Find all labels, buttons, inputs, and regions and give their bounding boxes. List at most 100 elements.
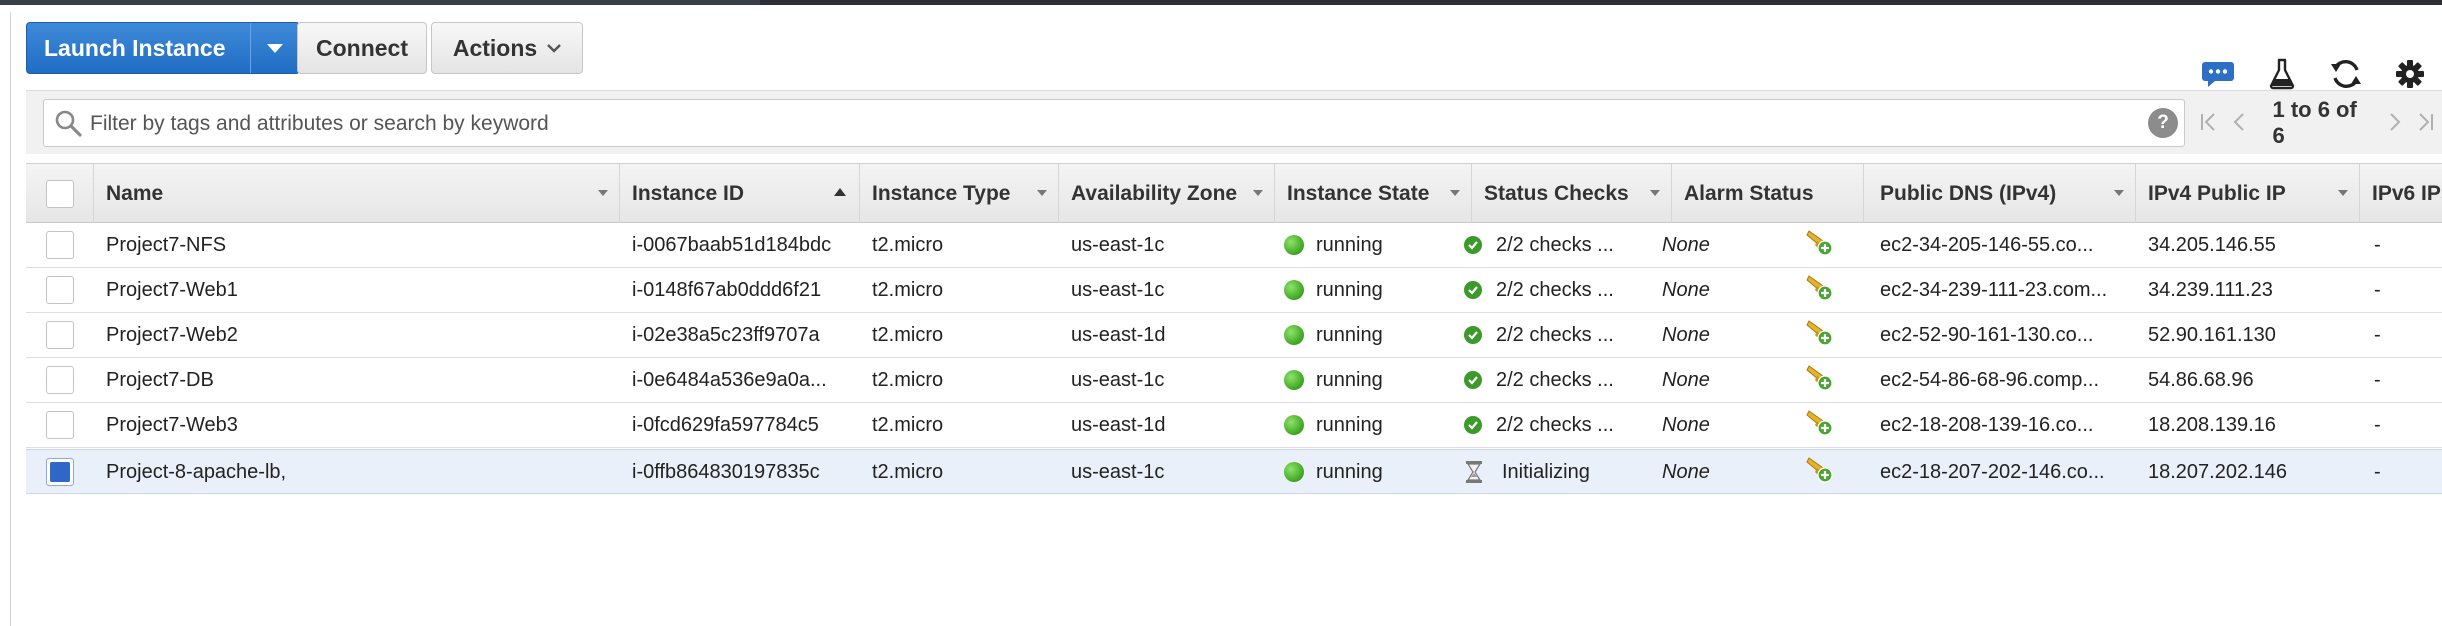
column-header-ipv6-ips[interactable]: IPv6 IPs [2360,164,2442,224]
cell-availability-zone: us-east-1c [1071,223,1266,267]
create-alarm-bell-icon[interactable] [1803,317,1833,353]
table-row[interactable]: Project7-Web2 i-02e38a5c23ff9707a t2.mic… [26,313,2442,358]
running-status-dot-icon [1284,370,1304,390]
column-header-instance-state[interactable]: Instance State [1275,164,1472,224]
running-status-dot-icon [1284,325,1304,345]
cell-instance-state: running [1284,403,1469,447]
instance-state: running [1316,323,1383,346]
settings-gear-icon[interactable] [2378,59,2442,89]
column-header-instance-id[interactable]: Instance ID [620,164,860,224]
sort-caret-icon [1037,190,1047,196]
column-header-label: Instance Type [872,182,1011,205]
actions-button[interactable]: Actions [431,22,583,74]
first-page-icon[interactable] [2192,108,2223,139]
ipv6-ips: - [2374,233,2381,256]
row-select-cell [26,268,94,312]
cell-ipv4-public-ip: 18.207.202.146 [2148,450,2353,494]
cell-alarm-action[interactable] [1798,313,1838,357]
table-row[interactable]: Project7-DB i-0e6484a536e9a0a... t2.micr… [26,358,2442,403]
row-checkbox[interactable] [46,321,74,349]
row-select-cell [26,313,94,357]
cell-alarm-action[interactable] [1798,268,1838,312]
cell-status-checks[interactable]: 2/2 checks ... [1464,268,1669,312]
cell-status-checks[interactable]: Initializing [1464,450,1669,494]
create-alarm-bell-icon[interactable] [1803,272,1833,308]
cell-ipv6-ips: - [2374,358,2434,402]
feedback-chat-icon[interactable] [2186,59,2250,89]
row-select-cell [26,223,94,267]
cell-alarm-action[interactable] [1798,358,1838,402]
cell-alarm-action[interactable] [1798,450,1838,494]
help-icon[interactable]: ? [2148,108,2178,138]
cell-ipv6-ips: - [2374,223,2434,267]
flask-icon[interactable] [2250,58,2314,90]
instance-state: running [1316,460,1383,483]
running-status-dot-icon [1284,462,1304,482]
cell-name[interactable]: Project7-Web2 [106,313,606,357]
check-icon [1464,281,1482,299]
launch-dropdown-caret-icon[interactable] [251,43,299,54]
column-header-status-checks[interactable]: Status Checks [1472,164,1672,224]
browser-tab-bar [0,0,760,5]
create-alarm-bell-icon[interactable] [1803,362,1833,398]
public-dns: ec2-52-90-161-130.co... [1880,323,2094,346]
launch-instance-button[interactable]: Launch Instance [26,22,300,74]
cell-alarm-action[interactable] [1798,403,1838,447]
cell-instance-state: running [1284,358,1469,402]
cell-status-checks[interactable]: 2/2 checks ... [1464,223,1669,267]
check-icon [1464,371,1482,389]
header-select-all [26,164,94,224]
previous-page-icon[interactable] [2223,108,2254,139]
cell-instance-id: i-02e38a5c23ff9707a [632,313,852,357]
table-row[interactable]: Project7-Web1 i-0148f67ab0ddd6f21 t2.mic… [26,268,2442,313]
table-row[interactable]: Project7-NFS i-0067baab51d184bdc t2.micr… [26,223,2442,268]
search-input[interactable]: Filter by tags and attributes or search … [43,99,2185,147]
cell-status-checks[interactable]: 2/2 checks ... [1464,403,1669,447]
cell-name[interactable]: Project-8-apache-lb, [106,450,606,494]
instance-name: Project7-NFS [106,233,227,256]
create-alarm-bell-icon[interactable] [1803,227,1833,263]
table-row[interactable]: Project7-Web3 i-0fcd629fa597784c5 t2.mic… [26,403,2442,448]
last-page-icon[interactable] [2411,108,2442,139]
column-header-public-dns[interactable]: Public DNS (IPv4) [1864,164,2136,224]
select-all-checkbox[interactable] [46,180,74,208]
cell-alarm-action[interactable] [1798,223,1838,267]
column-header-instance-type[interactable]: Instance Type [860,164,1059,224]
row-checkbox[interactable] [46,458,74,486]
sort-caret-icon [598,190,608,196]
cell-status-checks[interactable]: 2/2 checks ... [1464,313,1669,357]
row-checkbox[interactable] [46,231,74,259]
column-header-alarm-status[interactable]: Alarm Status [1672,164,1864,224]
instance-name: Project7-Web1 [106,278,238,301]
cell-instance-id: i-0ffb864830197835c [632,450,852,494]
refresh-icon[interactable] [2314,58,2378,90]
row-checkbox[interactable] [46,276,74,304]
row-checkbox[interactable] [46,411,74,439]
row-select-cell [26,403,94,447]
status-checks-text: 2/2 checks ... [1496,413,1614,436]
create-alarm-bell-icon[interactable] [1803,407,1833,443]
instance-state: running [1316,413,1383,436]
cell-name[interactable]: Project7-Web1 [106,268,606,312]
status-checks-text: 2/2 checks ... [1496,233,1614,256]
column-header-ipv4-public-ip[interactable]: IPv4 Public IP [2136,164,2360,224]
alarm-status: None [1662,323,1710,346]
column-header-availability-zone[interactable]: Availability Zone [1059,164,1275,224]
row-checkbox[interactable] [46,366,74,394]
public-dns: ec2-18-207-202-146.co... [1880,460,2105,483]
public-dns: ec2-34-205-146-55.co... [1880,233,2094,256]
pagination: 1 to 6 of 6 [2192,97,2442,148]
instance-name: Project-8-apache-lb, [106,460,287,483]
create-alarm-bell-icon[interactable] [1803,454,1833,490]
cell-alarm-status: None [1662,313,1772,357]
table-row[interactable]: Project-8-apache-lb, i-0ffb864830197835c… [26,449,2442,494]
cell-name[interactable]: Project7-Web3 [106,403,606,447]
instance-id: i-0148f67ab0ddd6f21 [632,278,822,301]
connect-button[interactable]: Connect [297,22,427,74]
column-header-label: IPv4 Public IP [2148,182,2286,205]
column-header-name[interactable]: Name [94,164,620,224]
cell-status-checks[interactable]: 2/2 checks ... [1464,358,1669,402]
cell-name[interactable]: Project7-NFS [106,223,606,267]
next-page-icon[interactable] [2380,108,2411,139]
cell-name[interactable]: Project7-DB [106,358,606,402]
